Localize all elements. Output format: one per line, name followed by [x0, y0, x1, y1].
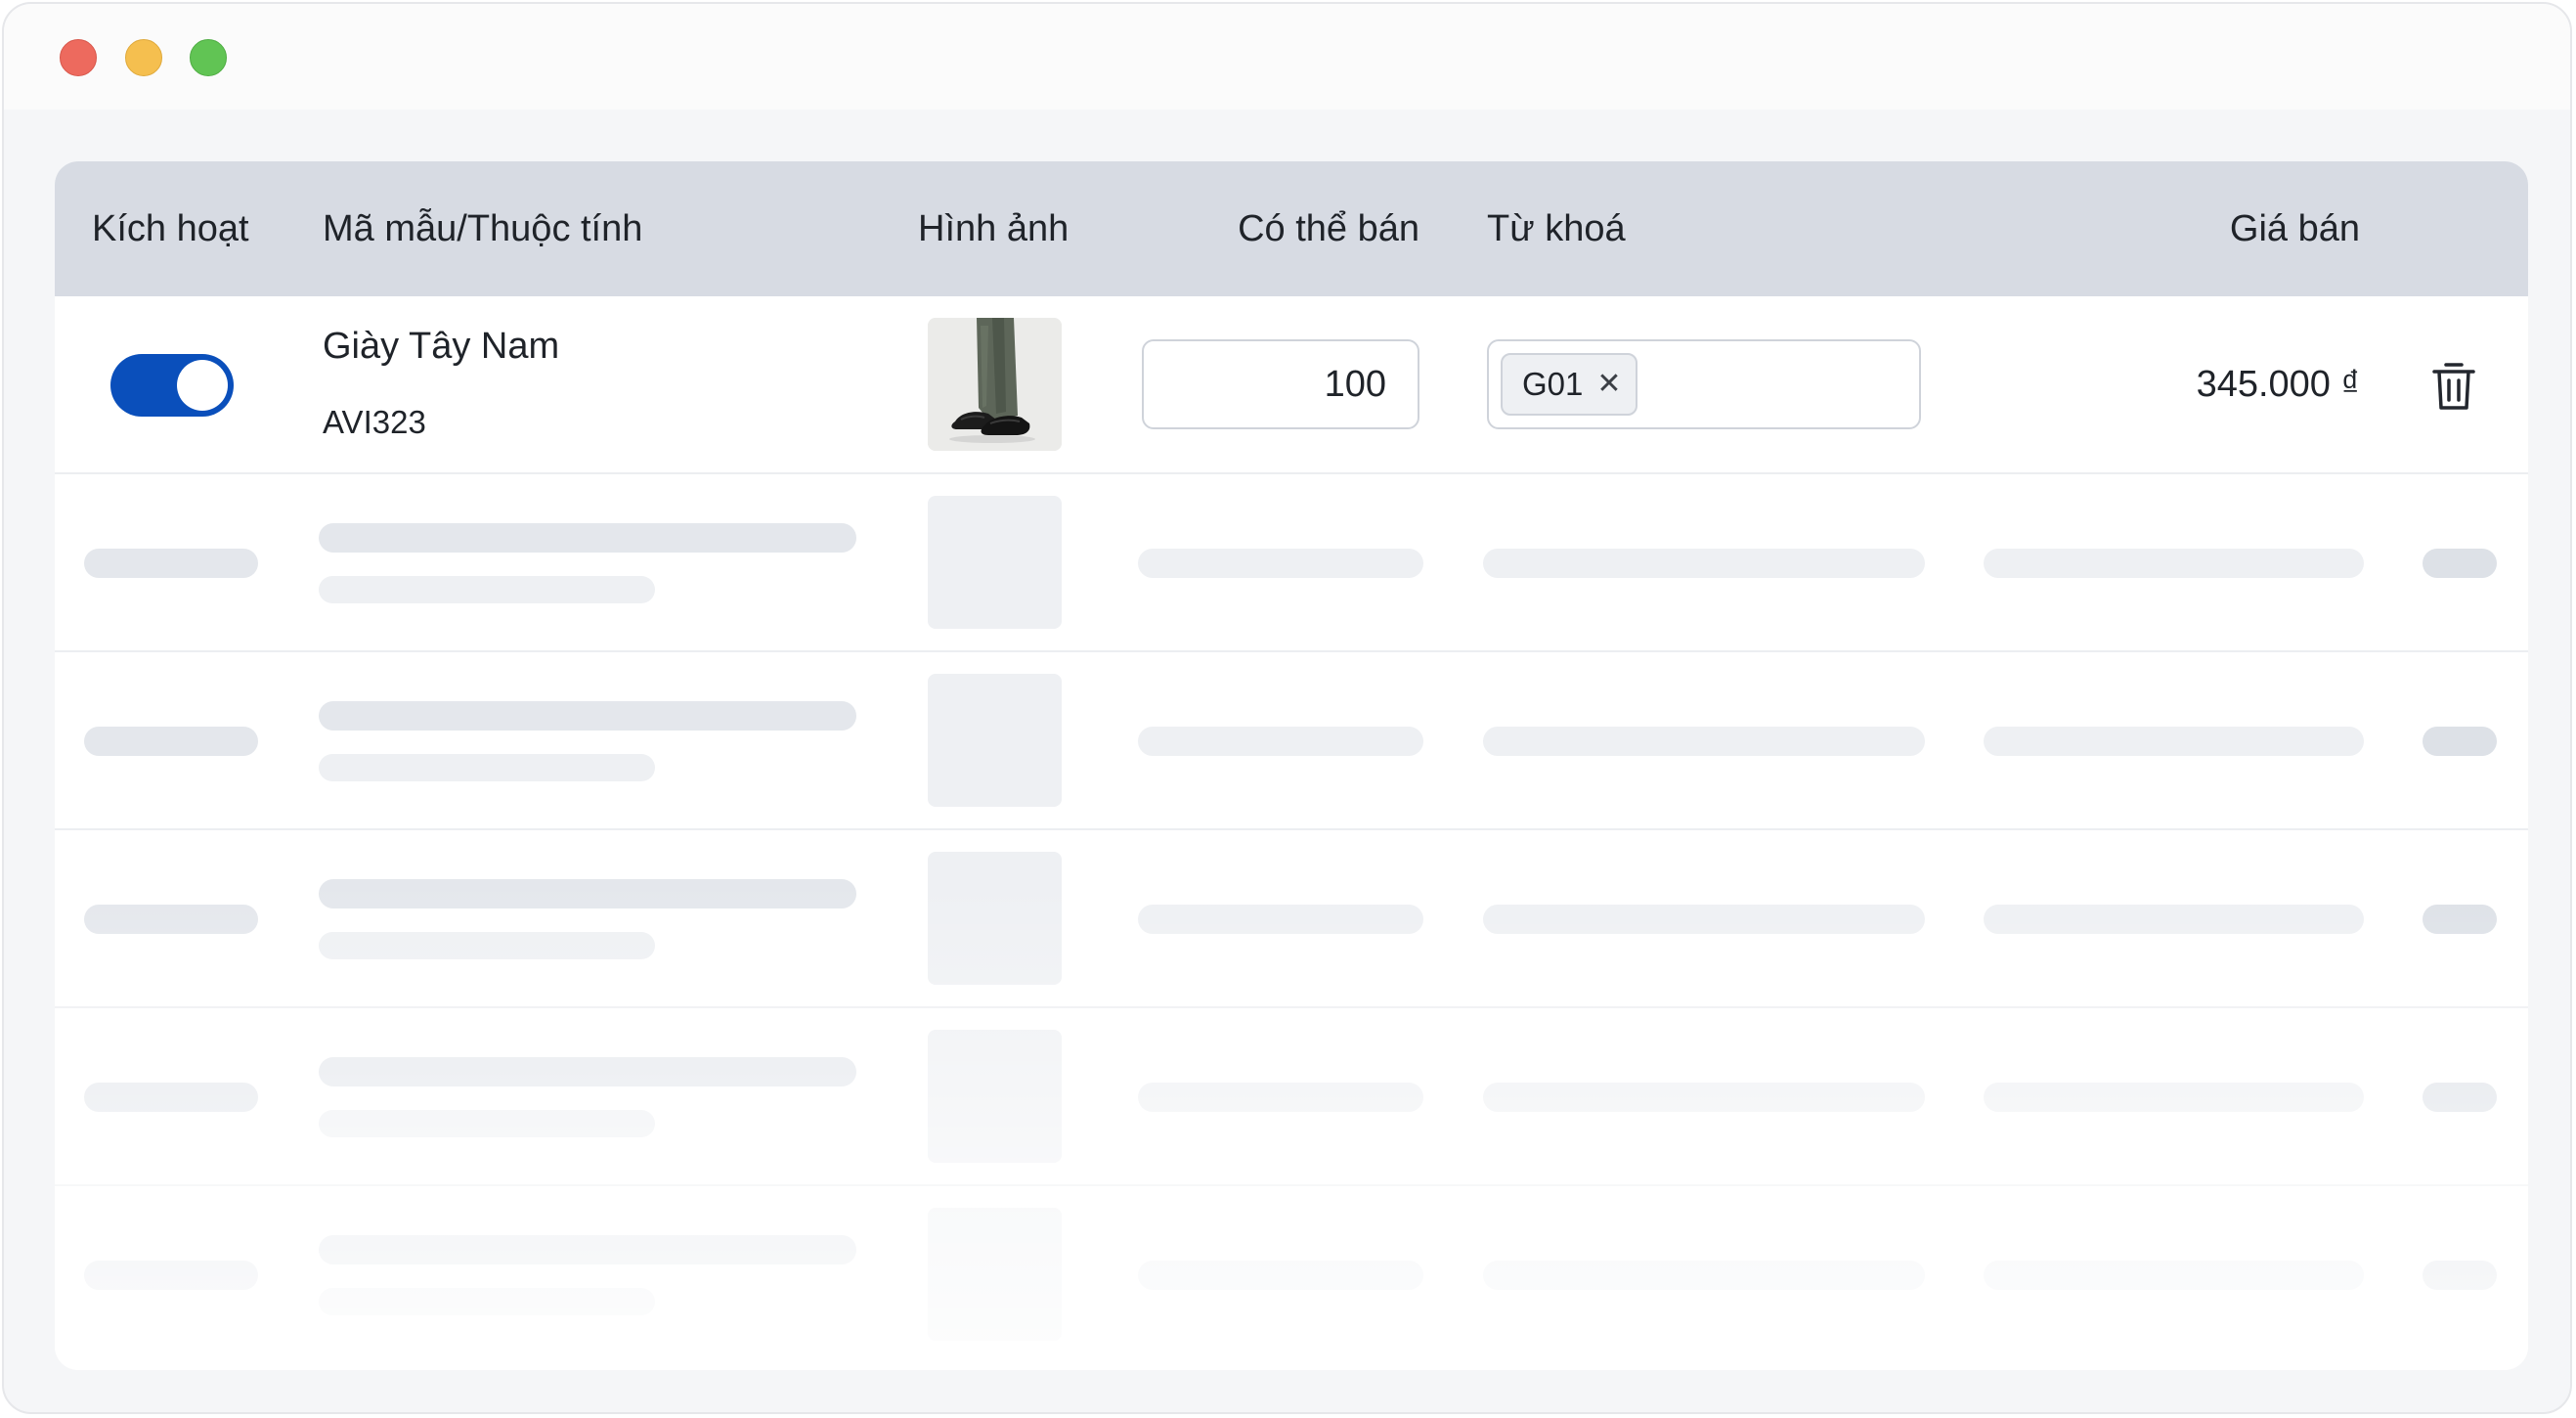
delete-row-button[interactable]	[2430, 361, 2477, 412]
active-toggle[interactable]	[110, 354, 234, 417]
trash-icon	[2432, 363, 2475, 410]
product-name: Giày Tây Nam	[323, 326, 560, 367]
header-active: Kích hoạt	[92, 208, 249, 249]
skeleton-bar	[1483, 1083, 1925, 1112]
skeleton-bar	[1984, 727, 2364, 756]
skeleton-bar	[1483, 549, 1925, 578]
skeleton-bar	[1138, 549, 1423, 578]
skeleton-bar	[2423, 1083, 2497, 1112]
skeleton-image	[928, 1030, 1062, 1163]
header-sku: Mã mẫu/Thuộc tính	[323, 208, 643, 249]
skeleton-bar	[319, 879, 856, 908]
minimize-window-button[interactable]	[125, 39, 162, 76]
skeleton-bar	[84, 727, 258, 756]
skeleton-bar	[319, 1110, 655, 1137]
skeleton-image	[928, 852, 1062, 985]
maximize-window-button[interactable]	[190, 39, 227, 76]
skeleton-bar	[319, 1057, 856, 1086]
skeleton-row	[55, 830, 2528, 1008]
skeleton-row	[55, 652, 2528, 830]
skeleton-bar	[1138, 905, 1423, 934]
skeleton-image	[928, 674, 1062, 807]
skeleton-bar	[84, 549, 258, 578]
header-price: Giá bán	[2229, 208, 2360, 249]
skeleton-bar	[319, 523, 856, 553]
skeleton-bar	[1138, 727, 1423, 756]
skeleton-row	[55, 1186, 2528, 1364]
skeleton-bar	[1483, 905, 1925, 934]
product-image[interactable]	[928, 318, 1062, 451]
skeleton-bar	[84, 1261, 258, 1290]
skeleton-bar	[84, 905, 258, 934]
skeleton-bar	[1984, 905, 2364, 934]
skeleton-bar	[2423, 1261, 2497, 1290]
product-sku: AVI323	[323, 404, 426, 440]
skeleton-bar	[84, 1083, 258, 1112]
skeleton-bar	[1984, 1083, 2364, 1112]
app-window: Kích hoạt Mã mẫu/Thuộc tính Hình ảnh Có …	[2, 2, 2572, 1414]
skeleton-bar	[1984, 549, 2364, 578]
skeleton-row	[55, 1008, 2528, 1186]
remove-tag-icon[interactable]: ✕	[1596, 370, 1621, 399]
shoe-product-photo-icon	[928, 318, 1062, 451]
sale-price: 345.000 ₫	[2196, 364, 2360, 405]
skeleton-bar	[1984, 1261, 2364, 1290]
close-window-button[interactable]	[60, 39, 97, 76]
skeleton-bar	[319, 576, 655, 603]
skeleton-row	[55, 474, 2528, 652]
skeleton-bar	[2423, 549, 2497, 578]
skeleton-bar	[319, 932, 655, 959]
skeleton-bar	[319, 1235, 856, 1264]
skeleton-image	[928, 1208, 1062, 1341]
available-quantity-input[interactable]: 100	[1142, 339, 1419, 429]
keyword-tag-label: G01	[1522, 366, 1584, 402]
header-image: Hình ảnh	[918, 208, 1070, 249]
skeleton-bar	[1138, 1261, 1423, 1290]
title-bar	[4, 4, 2570, 110]
skeleton-image	[928, 496, 1062, 629]
skeleton-bar	[2423, 727, 2497, 756]
skeleton-bar	[319, 754, 655, 781]
variants-table: Kích hoạt Mã mẫu/Thuộc tính Hình ảnh Có …	[55, 161, 2528, 1370]
skeleton-bar	[1138, 1083, 1423, 1112]
skeleton-bar	[2423, 905, 2497, 934]
skeleton-bar	[1483, 727, 1925, 756]
header-keywords: Từ khoá	[1487, 208, 1626, 249]
table-header: Kích hoạt Mã mẫu/Thuộc tính Hình ảnh Có …	[55, 161, 2528, 296]
table-row: Giày Tây Nam AVI323 100 G01 ✕ 345.000 ₫	[55, 296, 2528, 474]
skeleton-bar	[319, 1288, 655, 1315]
toggle-knob	[177, 360, 228, 411]
keyword-tag: G01 ✕	[1501, 353, 1637, 416]
skeleton-bar	[1483, 1261, 1925, 1290]
keywords-input[interactable]: G01 ✕	[1487, 339, 1921, 429]
skeleton-bar	[319, 701, 856, 731]
header-available: Có thể bán	[1238, 208, 1419, 249]
